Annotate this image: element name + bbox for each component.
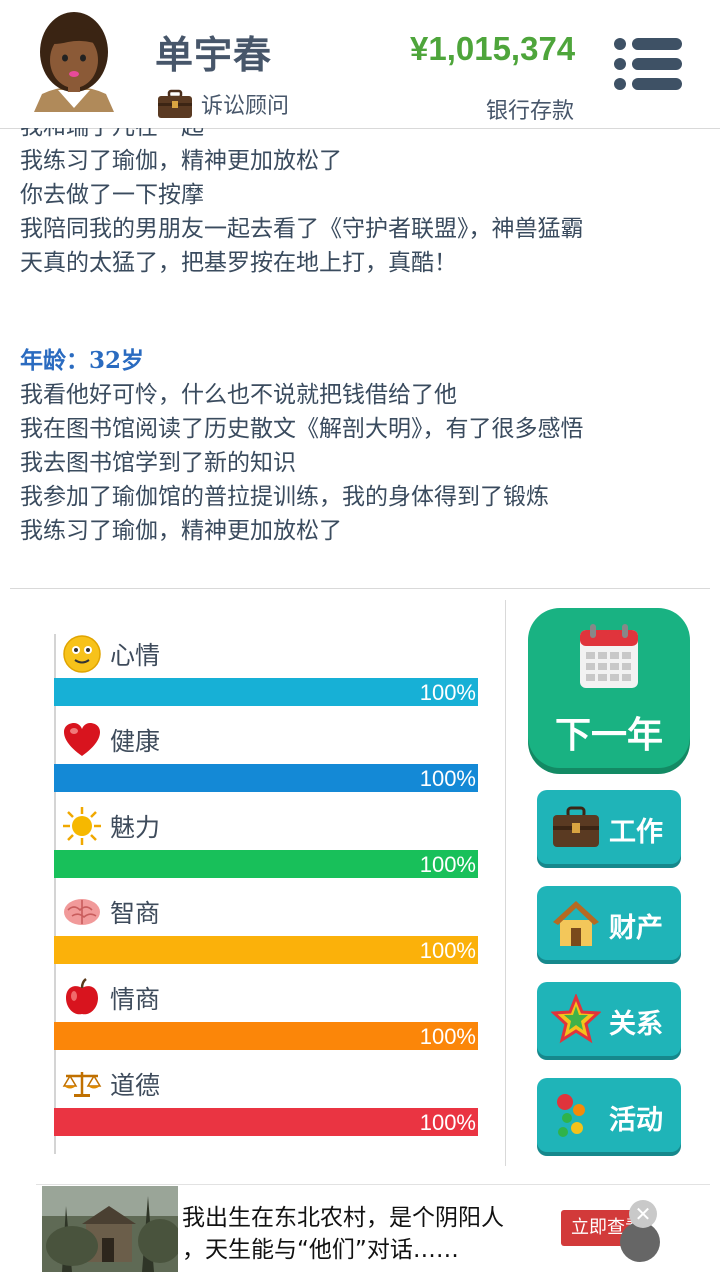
stat-percent: 100%: [419, 766, 476, 791]
avatar[interactable]: [28, 8, 120, 112]
ad-separator: [36, 1184, 710, 1185]
log-line: 天真的太猛了，把基罗按在地上打，真酷！: [20, 250, 457, 276]
stat-iq: 智商 100%: [54, 892, 478, 978]
relations-label: 关系: [609, 1009, 663, 1040]
job-info: 诉讼顾问: [157, 88, 289, 120]
stat-bar-fill: [54, 850, 478, 878]
stat-bar-fill: [54, 678, 478, 706]
next-year-button[interactable]: 下一年: [528, 608, 690, 768]
log-line: 我参加了瑜伽馆的普拉提训练，我的身体得到了锻炼: [20, 484, 549, 510]
player-name: 单宇春: [155, 33, 273, 77]
stat-label: 健康: [110, 727, 161, 756]
log-line: 我在图书馆阅读了历史散文《解剖大明》，有了很多感悟: [20, 416, 584, 442]
stat-bar-fill: [54, 764, 478, 792]
ad-image[interactable]: [42, 1186, 178, 1272]
stat-eq: 情商 100%: [54, 978, 478, 1064]
log-line: 我去图书馆学到了新的知识: [20, 450, 296, 476]
menu-icon[interactable]: [612, 34, 684, 94]
heart-icon: [64, 723, 100, 756]
smiley-icon: [63, 635, 101, 673]
log-line: 我练习了瑜伽，精神更加放松了: [20, 148, 342, 174]
scales-icon: [62, 1072, 102, 1097]
stat-bar: [54, 850, 478, 878]
stat-label: 魅力: [110, 813, 161, 842]
bank-balance: ¥1,015,374: [410, 30, 576, 67]
stat-percent: 100%: [419, 1110, 476, 1135]
stat-label: 智商: [110, 899, 161, 928]
stat-label: 道德: [110, 1071, 161, 1100]
apple-icon: [66, 978, 98, 1015]
briefcase-icon: [553, 806, 599, 847]
stat-bar: [54, 764, 478, 792]
stat-percent: 100%: [419, 1024, 476, 1049]
panel-divider: [505, 600, 506, 1166]
stat-bar: [54, 678, 478, 706]
bank-balance-label: 银行存款: [486, 99, 575, 124]
activities-button[interactable]: 活动: [537, 1078, 681, 1152]
property-button[interactable]: 财产: [537, 886, 681, 960]
star-icon: [551, 994, 601, 1044]
stat-mood: 心情 100%: [54, 634, 478, 720]
log-line: 你去做了一下按摩: [20, 182, 204, 208]
stat-bar-fill: [54, 1108, 478, 1136]
relations-button[interactable]: 关系: [537, 982, 681, 1056]
job-title: 诉讼顾问: [201, 94, 290, 119]
stat-percent: 100%: [419, 852, 476, 877]
age-heading: 年龄：32岁: [20, 347, 145, 374]
log-line: 我看他好可怜，什么也不说就把钱借给了他: [20, 382, 457, 408]
log-line: 我和瑞了儿在一起: [20, 128, 700, 144]
divider: [10, 588, 710, 589]
work-label: 工作: [609, 817, 663, 848]
stat-morality: 道德 100%: [54, 1064, 478, 1150]
log-line: 我练习了瑜伽，精神更加放松了: [20, 518, 342, 544]
stat-percent: 100%: [419, 680, 476, 705]
stat-label: 情商: [110, 985, 161, 1014]
activity-dots-icon: [557, 1094, 585, 1137]
briefcase-icon: [158, 89, 192, 118]
property-label: 财产: [609, 913, 663, 944]
stat-health: 健康 100%: [54, 720, 478, 806]
life-log[interactable]: 我和瑞了儿在一起 我练习了瑜伽，精神更加放松了 你去做了一下按摩 我陪同我的男朋…: [20, 128, 700, 578]
ad-headline: 我出生在东北农村，是个阴阳人: [182, 1205, 504, 1231]
brain-icon: [64, 899, 100, 925]
stat-charm: 魅力 100%: [54, 806, 478, 892]
work-button[interactable]: 工作: [537, 790, 681, 864]
calendar-icon: [580, 624, 638, 688]
top-bar: 单宇春 诉讼顾问 ¥1,015,374 银行存款: [0, 0, 720, 129]
activities-label: 活动: [609, 1105, 663, 1136]
log-line: 我陪同我的男朋友一起去看了《守护者联盟》，神兽猛霸: [20, 216, 584, 242]
stat-bar-fill: [54, 1022, 478, 1050]
house-icon: [553, 901, 599, 946]
stat-bar: [54, 1022, 478, 1050]
stat-bar: [54, 1108, 478, 1136]
ad-logo: [620, 1222, 660, 1262]
stat-bar-fill: [54, 936, 478, 964]
next-year-label: 下一年: [554, 715, 663, 756]
stat-bar: [54, 936, 478, 964]
stat-label: 心情: [110, 641, 161, 670]
ad-subline: ，天生能与“他们”对话……: [182, 1237, 459, 1263]
ad-close-icon[interactable]: ✕: [629, 1200, 657, 1228]
sun-icon: [63, 807, 101, 845]
stat-percent: 100%: [419, 938, 476, 963]
ad-banner[interactable]: 我出生在东北农村，是个阴阳人 ，天生能与“他们”对话…… 立即查看 ✕: [42, 1186, 678, 1272]
